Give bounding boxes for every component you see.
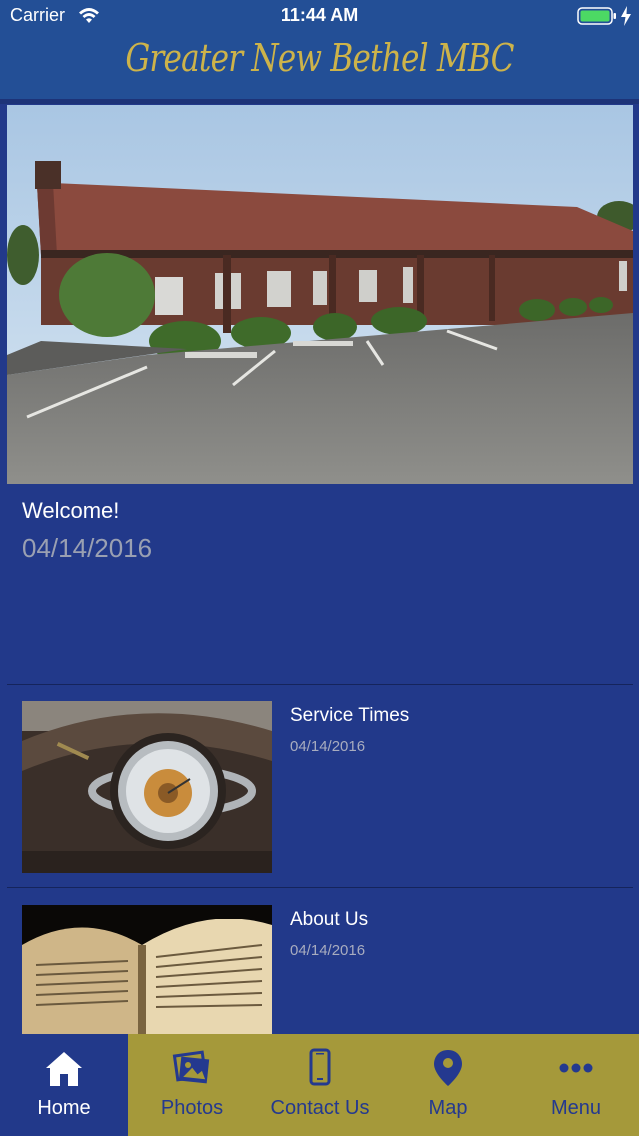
tab-home[interactable]: Home (0, 1034, 128, 1136)
tab-label: Photos (160, 1097, 224, 1119)
phone-icon (309, 1048, 331, 1086)
photos-icon (172, 1050, 210, 1084)
bottom-tab-bar: Home Photos Contact Us Map Menu (0, 1034, 639, 1136)
home-icon (46, 1052, 82, 1086)
tab-label: Contact Us (270, 1097, 370, 1119)
list-item-title: Service Times (290, 705, 410, 726)
battery-icon (577, 7, 616, 25)
tab-photos[interactable]: Photos (128, 1034, 256, 1136)
section-divider (7, 887, 633, 888)
list-item-date: 04/14/2016 (290, 942, 366, 959)
tab-label: Menu (550, 1097, 602, 1119)
tab-label: Home (37, 1097, 91, 1119)
pocket-watch-image (22, 701, 272, 873)
header-divider (0, 99, 639, 104)
welcome-title: Welcome! (22, 498, 120, 523)
church-building-photo[interactable] (7, 105, 633, 484)
tab-map[interactable]: Map (384, 1034, 512, 1136)
section-divider (7, 684, 633, 685)
tab-menu[interactable]: Menu (512, 1034, 639, 1136)
more-icon (559, 1063, 593, 1073)
app-header: Carrier 11:44 AM Greater New Bethel MBC (0, 0, 639, 100)
app-title: Greater New Bethel MBC (125, 36, 514, 80)
status-bar: Carrier 11:44 AM (0, 0, 639, 34)
charging-bolt-icon (621, 6, 631, 26)
open-bible-image (22, 905, 272, 1034)
tab-label: Map (428, 1097, 468, 1119)
list-item-date: 04/14/2016 (290, 738, 366, 755)
welcome-date: 04/14/2016 (22, 533, 153, 563)
list-item-title: About Us (290, 909, 369, 930)
map-pin-icon (434, 1050, 462, 1086)
clock-label: 11:44 AM (280, 5, 359, 25)
tab-contact-us[interactable]: Contact Us (256, 1034, 384, 1136)
